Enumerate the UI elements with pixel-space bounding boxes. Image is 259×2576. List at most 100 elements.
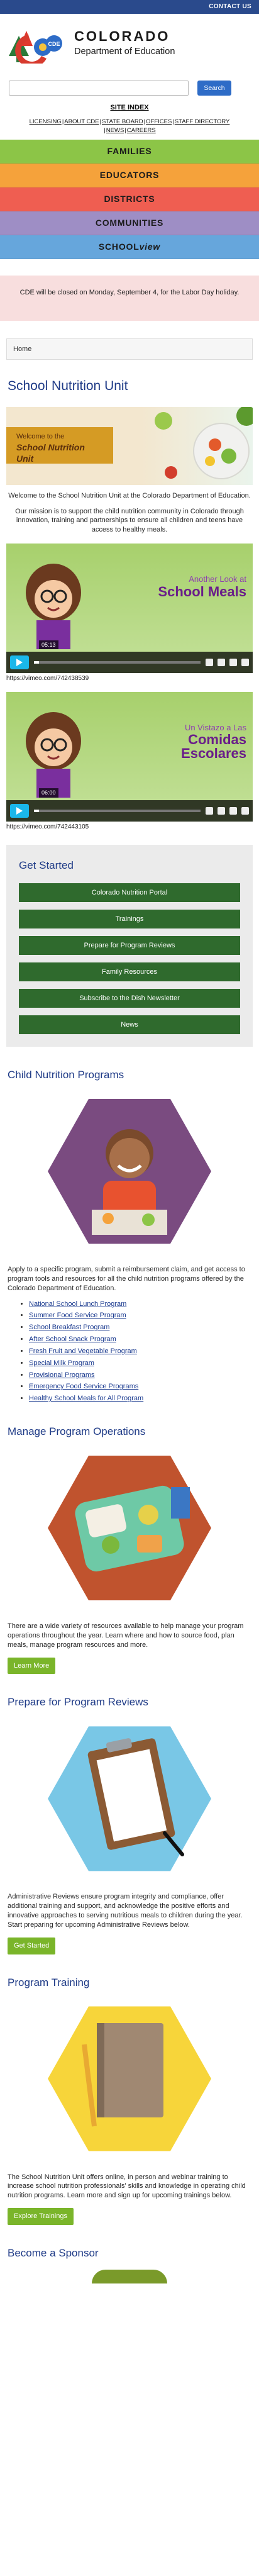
child-nutrition-section: Child Nutrition Programs Apply to a spec… (8, 1068, 251, 1403)
intro-paragraph-2: Our mission is to support the child nutr… (15, 507, 244, 534)
explore-trainings-button[interactable]: Explore Trainings (8, 2208, 74, 2225)
reviews-heading: Prepare for Program Reviews (8, 1696, 148, 1709)
sponsor-image (92, 2269, 167, 2283)
video-progress-bar[interactable] (34, 809, 201, 812)
clipboard-image (48, 1720, 211, 1877)
utility-link-staff-directory[interactable]: STAFF DIRECTORY (175, 118, 230, 125)
site-header: CDE COLORADO Department of Education (0, 14, 259, 74)
hero-welcome: Welcome to the (16, 432, 65, 440)
contact-us-link[interactable]: CONTACT US (209, 3, 251, 11)
video-progress-bar[interactable] (34, 661, 201, 664)
training-desc: The School Nutrition Unit offers online,… (8, 2173, 246, 2200)
utility-link-careers[interactable]: CAREERS (127, 127, 156, 134)
training-section: Program Training The School Nutrition Un… (8, 1976, 251, 2225)
settings-icon[interactable] (229, 659, 237, 667)
manage-desc: There are a wide variety of resources av… (8, 1622, 244, 1649)
program-list: National School Lunch Program Summer Foo… (29, 1300, 251, 1404)
video-character-image (26, 711, 81, 798)
utility-link-news[interactable]: NEWS (106, 127, 124, 134)
play-icon[interactable] (10, 655, 29, 670)
manage-section: Manage Program Operations There are a wi… (8, 1425, 251, 1675)
trainings-button[interactable]: Trainings (19, 910, 240, 929)
learn-more-button[interactable]: Learn More (8, 1657, 56, 1675)
get-started-heading: Get Started (19, 859, 74, 872)
intro-paragraph-1: Welcome to the School Nutrition Unit at … (8, 491, 251, 499)
program-link[interactable]: After School Snack Program (29, 1335, 116, 1343)
site-index: SITE INDEX (0, 103, 259, 113)
list-item: Emergency Food Service Programs (29, 1382, 251, 1391)
video-character-image (26, 564, 81, 650)
utility-link-about[interactable]: ABOUT CDE (64, 118, 99, 125)
breadcrumb-home[interactable]: Home (13, 345, 31, 354)
search-button[interactable]: Search (197, 81, 231, 96)
get-started-button[interactable]: Get Started (8, 1937, 56, 1954)
site-index-link[interactable]: SITE INDEX (110, 104, 148, 111)
search-input[interactable] (9, 81, 189, 96)
nav-districts[interactable]: DISTRICTS (0, 187, 259, 212)
program-link[interactable]: Emergency Food Service Programs (29, 1383, 138, 1390)
video-url[interactable]: https://vimeo.com/742438539 (6, 674, 253, 683)
cde-logo[interactable]: CDE (8, 25, 70, 67)
meal-tray-image (48, 1449, 211, 1607)
video-player[interactable]: Un Vistazo a Las Comidas Escolares 06:00 (6, 691, 253, 822)
site-title: COLORADO (74, 28, 170, 45)
top-bar: CONTACT US (0, 0, 259, 14)
reviews-desc: Administrative Reviews ensure program in… (8, 1893, 243, 1929)
utility-link-offices[interactable]: OFFICES (146, 118, 172, 125)
video-controls (6, 800, 253, 822)
hero-name: School Nutrition Unit (16, 442, 85, 464)
child-nutrition-desc: Apply to a specific program, submit a re… (8, 1265, 245, 1292)
list-item: Fresh Fruit and Vegetable Program (29, 1347, 251, 1356)
program-link[interactable]: Special Milk Program (29, 1359, 94, 1367)
hero-label: Welcome to the School Nutrition Unit (6, 427, 113, 464)
family-resources-button[interactable]: Family Resources (19, 962, 240, 982)
program-link[interactable]: Fresh Fruit and Vegetable Program (29, 1347, 137, 1355)
program-link[interactable]: National School Lunch Program (29, 1300, 126, 1308)
nav-families[interactable]: FAMILIES (0, 140, 259, 164)
captions-icon[interactable] (218, 659, 225, 667)
schoolview-logo: SCHOOLview (98, 242, 161, 252)
video-url[interactable]: https://vimeo.com/742443105 (6, 823, 253, 832)
child-nutrition-heading: Child Nutrition Programs (8, 1069, 124, 1081)
nav-schoolview[interactable]: SCHOOLview (0, 235, 259, 260)
intro-text: Welcome to the School Nutrition Unit at … (8, 491, 251, 535)
fullscreen-icon[interactable] (241, 659, 249, 667)
play-icon[interactable] (10, 803, 29, 818)
list-item: After School Snack Program (29, 1335, 251, 1344)
captions-icon[interactable] (218, 806, 225, 815)
video-player[interactable]: Another Look at School Meals 05:13 (6, 544, 253, 674)
child-nutrition-image (48, 1093, 211, 1250)
volume-icon[interactable] (206, 659, 213, 667)
utility-link-state-board[interactable]: STATE BOARD (102, 118, 143, 125)
utility-link-licensing[interactable]: LICENSING (30, 118, 62, 125)
newsletter-button[interactable]: Subscribe to the Dish Newsletter (19, 989, 240, 1008)
training-heading: Program Training (8, 1976, 90, 1988)
nav-communities[interactable]: COMMUNITIES (0, 211, 259, 236)
video-timestamp: 05:13 (39, 640, 58, 650)
news-button[interactable]: News (19, 1015, 240, 1035)
video-timestamp: 06:00 (39, 788, 58, 798)
hero-food-image (155, 406, 253, 479)
fullscreen-icon[interactable] (241, 806, 249, 815)
program-link[interactable]: School Breakfast Program (29, 1324, 109, 1331)
volume-icon[interactable] (206, 806, 213, 815)
cde-badge-text: CDE (48, 41, 60, 47)
list-item: Summer Food Service Program (29, 1311, 251, 1320)
video-title: Another Look at School Meals (158, 574, 246, 599)
sponsor-heading: Become a Sponsor (8, 2246, 99, 2259)
program-link[interactable]: Summer Food Service Program (29, 1312, 126, 1319)
get-started-panel: Get Started Colorado Nutrition Portal Tr… (6, 845, 253, 1047)
program-link[interactable]: Provisional Programs (29, 1371, 95, 1379)
settings-icon[interactable] (229, 806, 237, 815)
reviews-button[interactable]: Prepare for Program Reviews (19, 936, 240, 956)
portal-button[interactable]: Colorado Nutrition Portal (19, 883, 240, 903)
reviews-section: Prepare for Program Reviews Administrati… (8, 1695, 251, 1954)
nav-educators[interactable]: EDUCATORS (0, 164, 259, 188)
notebook-image (48, 2000, 211, 2158)
breadcrumb: Home (6, 338, 253, 360)
site-subtitle: Department of Education (74, 47, 175, 57)
program-link[interactable]: Healthy School Meals for All Program (29, 1395, 143, 1402)
page-title: School Nutrition Unit (8, 379, 128, 394)
list-item: Provisional Programs (29, 1371, 251, 1380)
utility-nav: LICENSING|ABOUT CDE|STATE BOARD|OFFICES|… (29, 118, 230, 134)
